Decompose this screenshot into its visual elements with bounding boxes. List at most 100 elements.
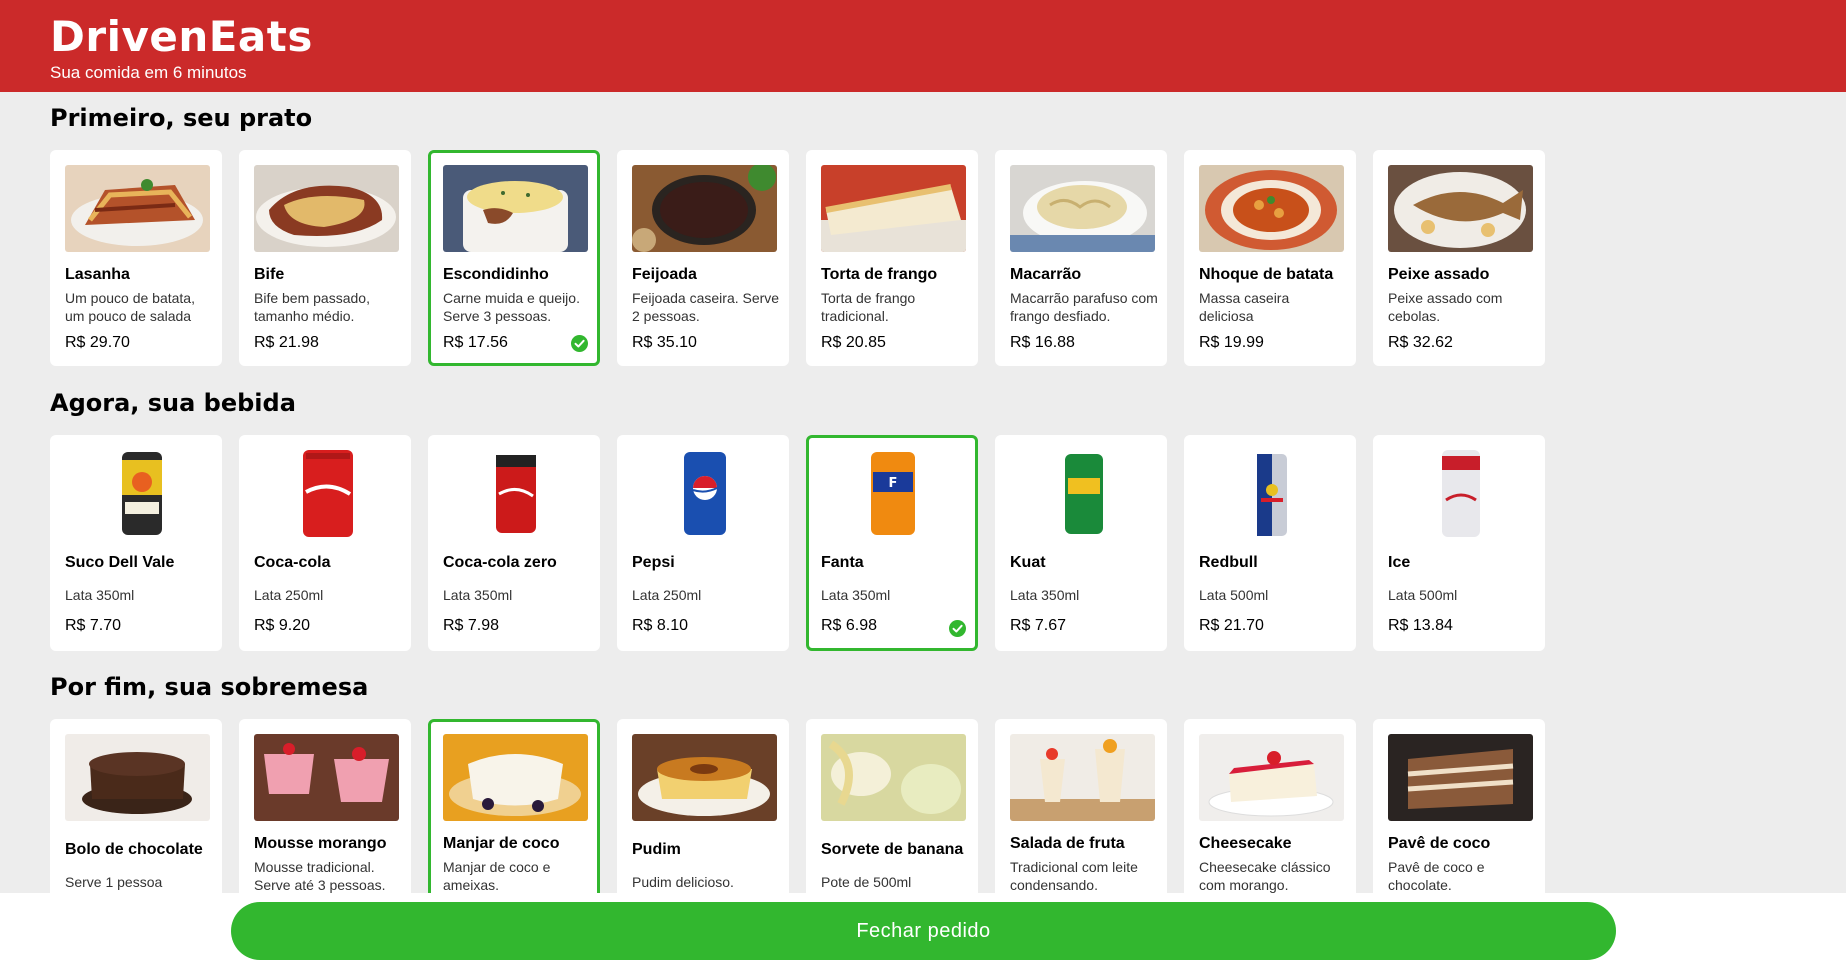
dish-price: R$ 17.56: [443, 334, 508, 351]
drink-price: R$ 7.67: [1010, 617, 1067, 634]
suco-dell-vale-image: [65, 450, 210, 537]
dish-price: R$ 29.70: [65, 334, 130, 351]
drink-price: R$ 6.98: [821, 617, 878, 634]
dessert-description: Manjar de coco e ameixas.: [443, 859, 551, 893]
dish-description: Bife bem passado, tamanho médio.: [254, 290, 370, 324]
macarrao-image: [1010, 165, 1155, 252]
dessert-description: Pudim delicioso.: [632, 874, 734, 890]
dessert-name: Sorvete de banana: [821, 841, 964, 858]
app-tagline: Sua comida em 6 minutos: [50, 63, 247, 82]
dish-card-macarrao[interactable]: Macarrão Macarrão parafuso com frango de…: [995, 150, 1167, 366]
escondidinho-image: [443, 165, 588, 252]
nhoque-de-batata-image: [1199, 165, 1344, 252]
drink-card-pepsi[interactable]: Pepsi Lata 250ml R$ 8.10: [617, 435, 789, 651]
drink-description: Lata 350ml: [65, 587, 135, 603]
footer-bar: Fechar pedido: [0, 893, 1846, 968]
section-title-drinks: Agora, sua bebida: [50, 389, 296, 417]
drink-description: Lata 250ml: [254, 587, 324, 603]
app-logo: DrivenEats: [50, 12, 313, 61]
selected-check-icon: [949, 620, 966, 637]
drink-card-redbull[interactable]: Redbull Lata 500ml R$ 21.70: [1184, 435, 1356, 651]
section-title-desserts: Por fim, sua sobremesa: [50, 673, 369, 701]
drink-card-fanta[interactable]: F Fanta Lata 350ml R$ 6.98: [806, 435, 978, 651]
top-bar: DrivenEats Sua comida em 6 minutos: [0, 0, 1846, 92]
dessert-name: Cheesecake: [1199, 835, 1292, 852]
ice-image: [1388, 450, 1533, 537]
section-title-dishes: Primeiro, seu prato: [50, 104, 313, 132]
pepsi-image: [632, 450, 777, 537]
dessert-description: Tradicional com leite condensando.: [1010, 859, 1138, 893]
dish-price: R$ 21.98: [254, 334, 319, 351]
drink-card-suco-dell-vale[interactable]: Suco Dell Vale Lata 350ml R$ 7.70: [50, 435, 222, 651]
dish-description: Macarrão parafuso com frango desfiado.: [1010, 290, 1158, 324]
fanta-image: F: [821, 450, 966, 537]
drink-description: Lata 350ml: [1010, 587, 1080, 603]
dish-name: Torta de frango: [821, 266, 938, 283]
dessert-description: Serve 1 pessoa: [65, 874, 163, 890]
dish-name: Feijoada: [632, 266, 697, 283]
drink-description: Lata 250ml: [632, 587, 702, 603]
dish-description: Um pouco de batata, um pouco de salada: [65, 290, 195, 324]
drink-card-ice[interactable]: Ice Lata 500ml R$ 13.84: [1373, 435, 1545, 651]
dish-price: R$ 35.10: [632, 334, 697, 351]
drink-description: Lata 350ml: [443, 587, 513, 603]
dessert-name: Mousse morango: [254, 835, 387, 852]
drink-price: R$ 21.70: [1199, 617, 1264, 634]
drink-description: Lata 500ml: [1199, 587, 1269, 603]
dish-price: R$ 32.62: [1388, 334, 1453, 351]
dessert-name: Pavê de coco: [1388, 835, 1491, 852]
drink-price: R$ 8.10: [632, 617, 689, 634]
dish-card-escondidinho[interactable]: Escondidinho Carne muida e queijo. Serve…: [428, 150, 600, 366]
drink-name: Fanta: [821, 554, 864, 571]
dish-description: Torta de frango tradicional.: [821, 290, 916, 324]
pave-de-coco-image: [1388, 734, 1533, 821]
dessert-description: Mousse tradicional. Serve até 3 pessoas.: [254, 859, 386, 893]
sorvete-de-banana-image: [821, 734, 966, 821]
dish-price: R$ 20.85: [821, 334, 886, 351]
lasanha-image: [65, 165, 210, 252]
dish-name: Peixe assado: [1388, 266, 1490, 283]
drink-price: R$ 13.84: [1388, 617, 1453, 634]
dish-name: Bife: [254, 266, 285, 283]
drink-name: Ice: [1388, 554, 1411, 571]
dish-description: Peixe assado com cebolas.: [1388, 290, 1503, 324]
peixe-assado-image: [1388, 165, 1533, 252]
dish-card-nhoque-de-batata[interactable]: Nhoque de batata Massa caseira deliciosa…: [1184, 150, 1356, 366]
drink-price: R$ 7.98: [443, 617, 500, 634]
coca-cola-zero-image: [443, 450, 588, 537]
dish-name: Macarrão: [1010, 266, 1082, 283]
drink-price: R$ 7.70: [65, 617, 122, 634]
dish-card-peixe-assado[interactable]: Peixe assado Peixe assado com cebolas. R…: [1373, 150, 1545, 366]
drink-name: Suco Dell Vale: [65, 554, 175, 571]
dish-card-bife[interactable]: Bife Bife bem passado, tamanho médio. R$…: [239, 150, 411, 366]
drink-card-kuat[interactable]: Kuat Lata 350ml R$ 7.67: [995, 435, 1167, 651]
drink-name: Coca-cola: [254, 554, 331, 571]
drink-description: Lata 500ml: [1388, 587, 1458, 603]
dish-card-feijoada[interactable]: Feijoada Feijoada caseira. Serve 2 pesso…: [617, 150, 789, 366]
dish-name: Escondidinho: [443, 266, 549, 283]
dessert-description: Pote de 500ml: [821, 874, 912, 890]
drink-card-coca-cola-zero[interactable]: Coca-cola zero Lata 350ml R$ 7.98: [428, 435, 600, 651]
torta-de-frango-image: [821, 165, 966, 252]
mousse-morango-image: [254, 734, 399, 821]
drink-name: Coca-cola zero: [443, 554, 557, 571]
drink-price: R$ 9.20: [254, 617, 311, 634]
dish-description: Carne muida e queijo. Serve 3 pessoas.: [443, 290, 580, 324]
dish-price: R$ 19.99: [1199, 334, 1264, 351]
cheesecake-image: [1199, 734, 1344, 821]
drink-card-coca-cola[interactable]: Coca-cola Lata 250ml R$ 9.20: [239, 435, 411, 651]
coca-cola-image: [254, 450, 399, 537]
bife-image: [254, 165, 399, 252]
drink-name: Kuat: [1010, 554, 1046, 571]
close-order-button[interactable]: Fechar pedido: [231, 902, 1616, 960]
svg-text:F: F: [889, 476, 898, 491]
drink-name: Pepsi: [632, 554, 675, 571]
dish-card-torta-de-frango[interactable]: Torta de frango Torta de frango tradicio…: [806, 150, 978, 366]
kuat-image: [1010, 450, 1155, 537]
dish-card-lasanha[interactable]: Lasanha Um pouco de batata, um pouco de …: [50, 150, 222, 366]
dessert-name: Bolo de chocolate: [65, 841, 203, 858]
dessert-description: Pavê de coco e chocolate.: [1388, 859, 1485, 893]
dessert-name: Pudim: [632, 841, 681, 858]
dessert-name: Salada de fruta: [1010, 835, 1125, 852]
redbull-image: [1199, 450, 1344, 537]
